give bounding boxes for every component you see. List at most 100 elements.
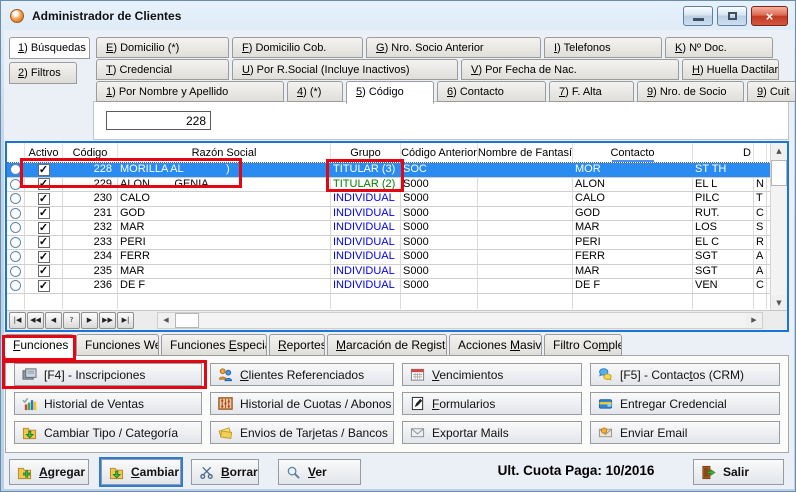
button-cambiar-tipo-categor-a[interactable]: Cambiar Tipo / Categoría bbox=[14, 421, 202, 444]
search-tab-1-por-nombre-y-apellido[interactable]: 1) Por Nombre y Apellido bbox=[96, 81, 284, 102]
column-header-d[interactable]: D bbox=[693, 143, 754, 162]
column-header-contacto[interactable]: Contacto bbox=[573, 143, 693, 162]
table-row-233[interactable]: ✓233PERIINDIVIDUALS000PERIEL CR bbox=[7, 236, 787, 251]
scroll-up-icon[interactable]: ▲ bbox=[771, 143, 787, 159]
button-enviar-email[interactable]: Enviar Email bbox=[590, 421, 780, 444]
column-header-nombre-de-fantas[interactable]: Nombre de Fantasí bbox=[478, 143, 573, 162]
button-agregar[interactable]: Agregar bbox=[9, 459, 89, 485]
search-tab-5-c-digo[interactable]: 5) Código bbox=[346, 81, 434, 104]
salir-button[interactable]: Salir bbox=[693, 459, 784, 485]
row-radio-icon[interactable] bbox=[10, 266, 21, 277]
button-f5-contactos-crm[interactable]: [F5] - Contactos (CRM) bbox=[590, 363, 780, 386]
tab-filtro-complejo[interactable]: Filtro Complejo bbox=[544, 334, 622, 356]
tab-funciones[interactable]: Funciones bbox=[4, 334, 74, 356]
button-envios-de-tarjetas-bancos[interactable]: Envios de Tarjetas / Bancos bbox=[210, 421, 394, 444]
scroll-right-icon[interactable]: ▶ bbox=[746, 313, 762, 328]
search-tab-v-por-fecha-de-nac[interactable]: V) Por Fecha de Nac. bbox=[461, 59, 679, 80]
row-radio-icon[interactable] bbox=[10, 222, 21, 233]
search-tab-9-nro-de-socio[interactable]: 9) Nro. de Socio bbox=[637, 81, 744, 102]
activo-checkbox[interactable]: ✓ bbox=[38, 193, 50, 205]
row-radio-icon[interactable] bbox=[10, 280, 21, 291]
activo-checkbox[interactable]: ✓ bbox=[38, 251, 50, 263]
button-vencimientos[interactable]: Vencimientos bbox=[402, 363, 582, 386]
maximize-button[interactable] bbox=[717, 6, 747, 26]
row-radio-icon[interactable] bbox=[10, 164, 21, 175]
sidebar-tabs: 1) Búsquedas 2) Filtros bbox=[9, 37, 90, 87]
refresh-button[interactable]: ? bbox=[63, 312, 80, 329]
search-tab-h-huella-dactilar[interactable]: H) Huella Dactilar bbox=[682, 59, 779, 80]
button-cambiar[interactable]: Cambiar bbox=[101, 459, 181, 485]
vertical-scrollbar[interactable]: ▲ ▼ bbox=[770, 143, 787, 311]
scroll-left-icon[interactable]: ◀ bbox=[158, 313, 174, 328]
search-tab-6-contacto[interactable]: 6) Contacto bbox=[437, 81, 546, 102]
codigo-search-input[interactable] bbox=[106, 111, 211, 130]
tab-funciones-web[interactable]: Funciones Web bbox=[76, 334, 159, 356]
table-row-229[interactable]: ✓229ALON GENIATITULAR (2)S000ALONEL LN bbox=[7, 178, 787, 193]
search-tab-f-domicilio-cob[interactable]: F) Domicilio Cob. bbox=[232, 37, 363, 58]
search-tab-i-telefonos[interactable]: I) Telefonos bbox=[544, 37, 662, 58]
search-tab-k-n-doc[interactable]: K) Nº Doc. bbox=[665, 37, 773, 58]
search-tab-t-credencial[interactable]: T) Credencial bbox=[96, 59, 229, 80]
search-tab-u-por-r-social-incluye-inactivos[interactable]: U) Por R.Social (Incluye Inactivos) bbox=[232, 59, 458, 80]
app-logo-icon bbox=[10, 9, 24, 23]
button-clientes-referenciados[interactable]: Clientes Referenciados bbox=[210, 363, 394, 386]
table-row-230[interactable]: ✓230CALOINDIVIDUALS000CALOPILCT bbox=[7, 192, 787, 207]
button-ver[interactable]: Ver bbox=[278, 459, 361, 485]
tab-acciones-masivas[interactable]: Acciones Masivas bbox=[449, 334, 542, 356]
search-tab-g-nro-socio-anterior[interactable]: G) Nro. Socio Anterior bbox=[366, 37, 541, 58]
row-radio-icon[interactable] bbox=[10, 237, 21, 248]
next-record-button[interactable]: ▶ bbox=[81, 312, 98, 329]
prior-page-button[interactable]: ◀◀ bbox=[27, 312, 44, 329]
table-row-232[interactable]: ✓232MARINDIVIDUALS000MARLOSS bbox=[7, 221, 787, 236]
button-historial-de-ventas[interactable]: Historial de Ventas bbox=[14, 392, 202, 415]
table-row-234[interactable]: ✓234FERRINDIVIDUALS000FERRSGTA bbox=[7, 250, 787, 265]
first-record-button[interactable]: |◀ bbox=[9, 312, 26, 329]
search-tab-9-cuit[interactable]: 9) Cuit bbox=[747, 81, 796, 102]
tab-marcaci-n-de-registros[interactable]: Marcación de Registros bbox=[327, 334, 447, 356]
row-radio-icon[interactable] bbox=[10, 208, 21, 219]
button-formularios[interactable]: Formularios bbox=[402, 392, 582, 415]
vertical-scroll-thumb[interactable] bbox=[771, 160, 787, 186]
activo-checkbox[interactable]: ✓ bbox=[38, 178, 50, 190]
scroll-down-icon[interactable]: ▼ bbox=[771, 295, 787, 311]
column-header-grupo[interactable]: Grupo bbox=[331, 143, 401, 162]
horizontal-scrollbar[interactable]: ◀ ▶ bbox=[157, 312, 763, 329]
table-row-228[interactable]: ✓228MORILLA AL )TITULAR (3)SOCMORST TH bbox=[7, 163, 787, 178]
row-radio-icon[interactable] bbox=[10, 251, 21, 262]
horizontal-scroll-thumb[interactable] bbox=[175, 313, 199, 328]
button-f4-inscripciones[interactable]: [F4] - Inscripciones bbox=[14, 363, 202, 386]
button-label: Vencimientos bbox=[432, 368, 503, 382]
button-exportar-mails[interactable]: Exportar Mails bbox=[402, 421, 582, 444]
activo-checkbox[interactable]: ✓ bbox=[38, 265, 50, 277]
minimize-button[interactable] bbox=[683, 6, 713, 26]
activo-checkbox[interactable]: ✓ bbox=[38, 164, 50, 176]
next-page-button[interactable]: ▶▶ bbox=[99, 312, 116, 329]
activo-checkbox[interactable]: ✓ bbox=[38, 207, 50, 219]
search-tab-7-f-alta[interactable]: 7) F. Alta bbox=[549, 81, 634, 102]
last-record-button[interactable]: ▶| bbox=[117, 312, 134, 329]
search-tab-e-domicilio[interactable]: E) Domicilio (*) bbox=[96, 37, 229, 58]
search-tab-4[interactable]: 4) (*) bbox=[287, 81, 343, 102]
table-row-235[interactable]: ✓235MARINDIVIDUALS000MARSGTA bbox=[7, 265, 787, 280]
activo-checkbox[interactable]: ✓ bbox=[38, 280, 50, 292]
row-radio-icon[interactable] bbox=[10, 193, 21, 204]
sidebar-tab-2-filtros[interactable]: 2) Filtros bbox=[9, 62, 77, 84]
activo-checkbox[interactable]: ✓ bbox=[38, 222, 50, 234]
table-row-231[interactable]: ✓231GODINDIVIDUALS000GODRUT.C bbox=[7, 207, 787, 222]
button-historial-de-cuotas-abonos[interactable]: Historial de Cuotas / Abonos bbox=[210, 392, 394, 415]
button-borrar[interactable]: Borrar bbox=[191, 459, 259, 485]
column-header-activo[interactable]: Activo bbox=[25, 143, 63, 162]
tab-reportes[interactable]: Reportes bbox=[269, 334, 325, 356]
sidebar-tab-1-b-squedas[interactable]: 1) Búsquedas bbox=[9, 37, 90, 59]
column-header-raz-n-social[interactable]: Razón Social bbox=[118, 143, 331, 162]
close-button[interactable]: × bbox=[751, 6, 788, 26]
button-entregar-credencial[interactable]: Entregar Credencial bbox=[590, 392, 780, 415]
row-radio-icon[interactable] bbox=[10, 179, 21, 190]
empty-cell bbox=[401, 294, 478, 309]
column-header-c-digo[interactable]: Código bbox=[63, 143, 118, 162]
table-row-236[interactable]: ✓236DE FINDIVIDUALS000DE FVENC bbox=[7, 279, 787, 294]
tab-funciones-especiales[interactable]: Funciones Especiales bbox=[161, 334, 267, 356]
column-header-c-digo-anterior[interactable]: Código Anterior bbox=[401, 143, 478, 162]
prior-record-button[interactable]: ◀ bbox=[45, 312, 62, 329]
activo-checkbox[interactable]: ✓ bbox=[38, 236, 50, 248]
